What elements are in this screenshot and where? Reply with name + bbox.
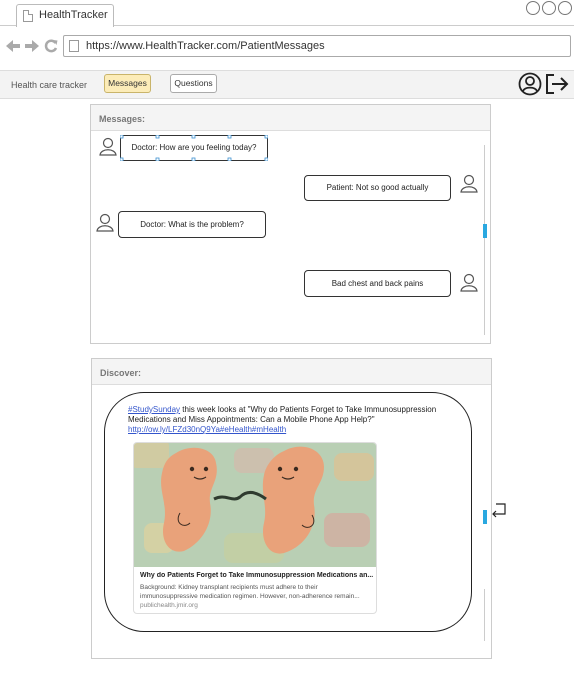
reload-icon[interactable]	[44, 39, 58, 57]
patient-avatar-icon	[459, 174, 479, 194]
maximize-button[interactable]	[542, 1, 556, 15]
browser-tab-title: HealthTracker	[39, 9, 108, 21]
page-icon	[69, 40, 79, 52]
messages-scroll-thumb[interactable]	[483, 224, 487, 238]
discover-heading: Discover:	[100, 368, 142, 378]
discover-scroll-track[interactable]	[484, 589, 485, 641]
hashtag-link[interactable]: #StudySunday	[128, 405, 180, 414]
message-bubble-3[interactable]: Doctor: What is the problem?	[118, 211, 266, 238]
browser-tab[interactable]: HealthTracker	[16, 4, 114, 27]
minimize-button[interactable]	[526, 1, 540, 15]
messages-scroll-track[interactable]	[484, 145, 485, 335]
browser-tab-bar: HealthTracker	[0, 0, 574, 27]
doctor-avatar-icon	[95, 213, 115, 233]
message-bubble-2[interactable]: Patient: Not so good actually	[304, 175, 451, 201]
discover-scroll-thumb[interactable]	[483, 510, 487, 524]
nav-messages-button[interactable]: Messages	[104, 74, 151, 93]
message-bubble-1[interactable]: Doctor: How are you feeling today?	[120, 135, 268, 161]
tweet-link[interactable]: http://ow.ly/LFZd30nQ9Ya#eHealth#mHealth	[128, 425, 286, 434]
doctor-avatar-icon	[98, 137, 118, 157]
preview-title: Why do Patients Forget to Take Immunosup…	[140, 572, 374, 579]
preview-description: Background: Kidney transplant recipients…	[140, 584, 360, 600]
page-icon	[23, 10, 33, 22]
profile-icon[interactable]	[518, 72, 542, 96]
address-bar-url: https://www.HealthTracker.com/PatientMes…	[86, 40, 325, 52]
back-icon[interactable]	[5, 39, 21, 57]
tweet-text-block: #StudySunday this week looks at "Why do …	[128, 405, 448, 435]
preview-source: publichealth.jmir.org	[140, 602, 198, 609]
discover-header: Discover:	[92, 359, 491, 385]
return-icon[interactable]	[489, 502, 507, 518]
logout-icon[interactable]	[544, 72, 570, 96]
patient-avatar-icon	[459, 273, 479, 293]
close-button[interactable]	[558, 1, 572, 15]
address-bar[interactable]: https://www.HealthTracker.com/PatientMes…	[63, 35, 571, 57]
nav-questions-button[interactable]: Questions	[170, 74, 217, 93]
forward-icon[interactable]	[24, 39, 40, 57]
link-preview-card[interactable]: Why do Patients Forget to Take Immunosup…	[133, 442, 377, 614]
message-bubble-4[interactable]: Bad chest and back pains	[304, 270, 451, 297]
messages-header: Messages:	[91, 105, 490, 131]
messages-heading: Messages:	[99, 114, 146, 124]
preview-image	[134, 443, 376, 567]
nav-health-care-tracker[interactable]: Health care tracker	[11, 80, 87, 90]
